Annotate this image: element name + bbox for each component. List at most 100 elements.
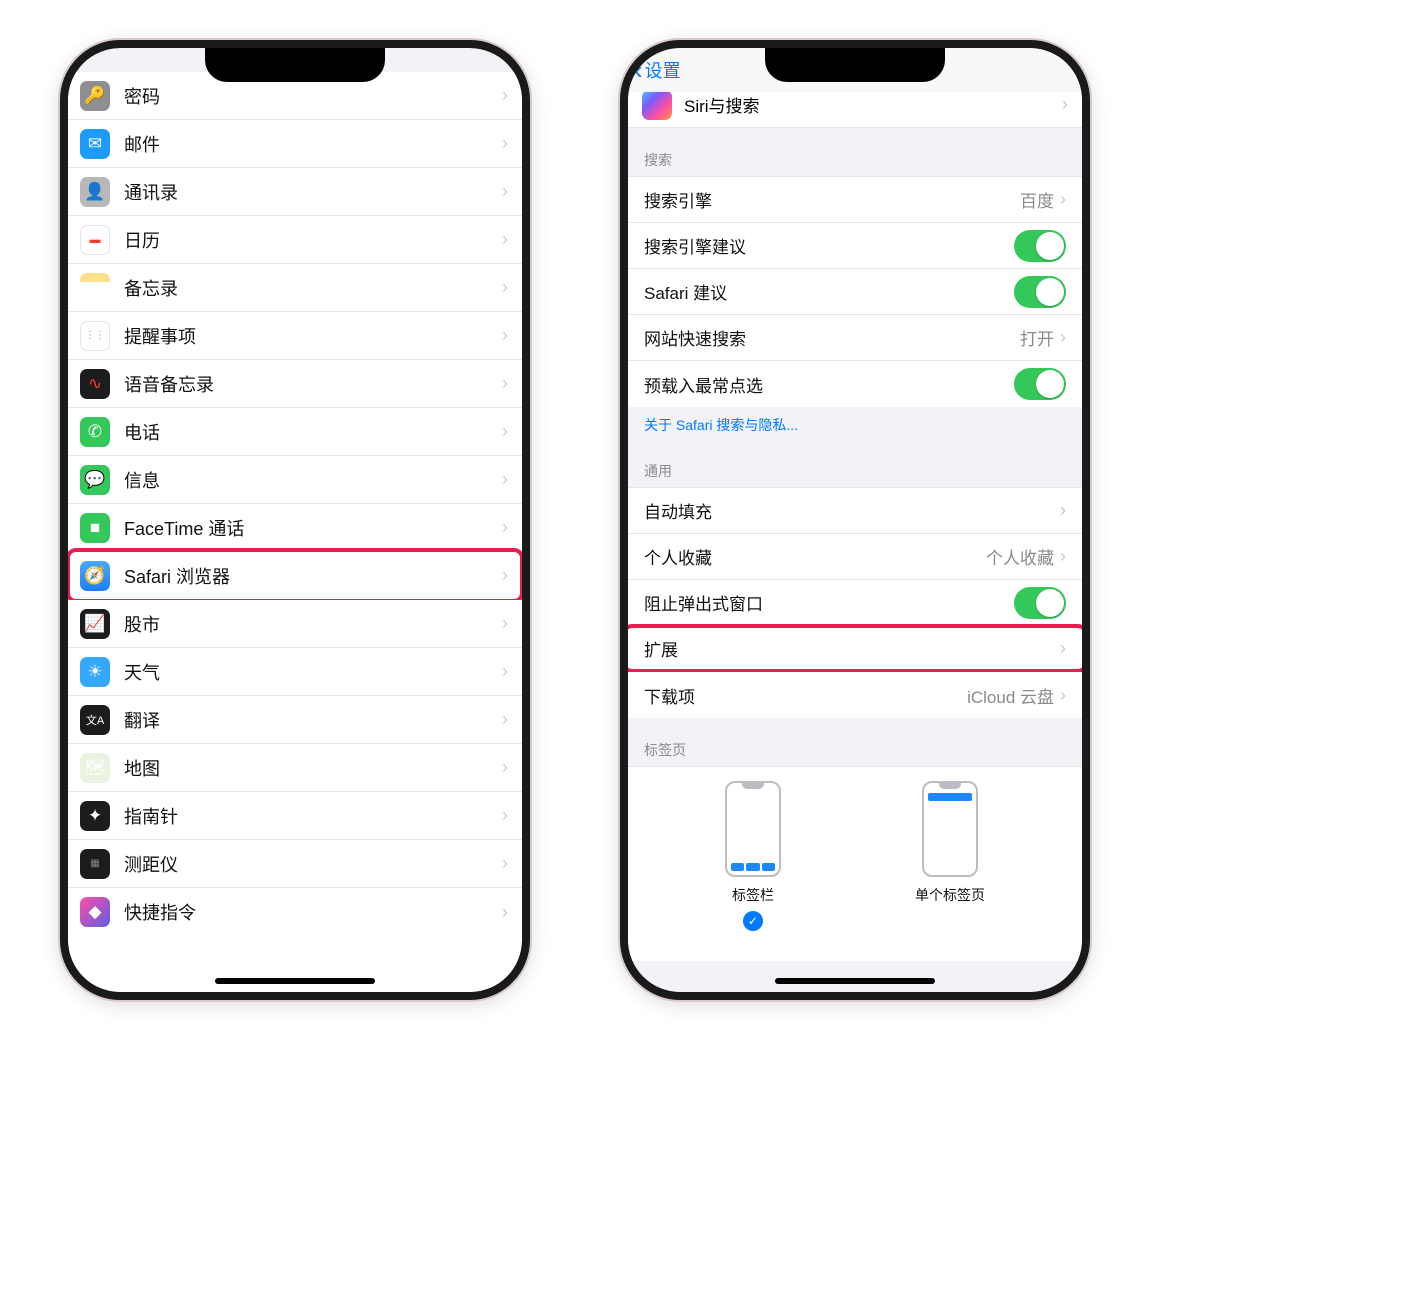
chevron-right-icon: › (1062, 94, 1068, 115)
row-label: 语音备忘录 (124, 371, 502, 397)
chevron-right-icon: › (1060, 189, 1066, 210)
chevron-right-icon: › (1060, 500, 1066, 521)
chevron-right-icon: › (1060, 638, 1066, 659)
settings-row-translate[interactable]: 文A 翻译 › (68, 696, 522, 744)
chevron-right-icon: › (502, 853, 508, 874)
settings-row-messages[interactable]: 💬 信息 › (68, 456, 522, 504)
settings-row-preload-top-hit[interactable]: 预载入最常点选 (628, 361, 1082, 407)
phone-mockup-right: ‹ 设置 Siri与搜索 › 搜索 搜索引擎 百度 › 搜索引擎建议 (620, 40, 1090, 1000)
settings-row-phone[interactable]: ✆ 电话 › (68, 408, 522, 456)
row-label: 密码 (124, 83, 502, 109)
row-label: 股市 (124, 611, 502, 637)
chevron-right-icon: › (502, 229, 508, 250)
chevron-right-icon: › (502, 517, 508, 538)
row-label: 搜索引擎 (644, 187, 1020, 212)
settings-row-weather[interactable]: ☀ 天气 › (68, 648, 522, 696)
settings-row-reminders[interactable]: ⋮⋮ 提醒事项 › (68, 312, 522, 360)
row-value: 百度 (1020, 187, 1054, 212)
row-label: 个人收藏 (644, 544, 986, 569)
row-label: 预载入最常点选 (644, 372, 1014, 397)
chevron-right-icon: › (502, 902, 508, 923)
shortcuts-icon: ◆ (80, 897, 110, 927)
settings-row-extensions[interactable]: 扩展 › (628, 626, 1082, 672)
toggle-on[interactable] (1014, 276, 1066, 308)
settings-row-search-engine[interactable]: 搜索引擎 百度 › (628, 177, 1082, 223)
phone-preview-tab-bar (725, 781, 781, 877)
row-label: 提醒事项 (124, 323, 502, 349)
siri-icon (642, 90, 672, 120)
row-label: 通讯录 (124, 179, 502, 205)
tab-option-tab-bar[interactable]: 标签栏 ✓ (725, 781, 781, 931)
screen-left: 🔑 密码 › ✉ 邮件 › 👤 通讯录 › ▬ 日历 › 备忘录 (68, 48, 522, 992)
maps-icon: 🗺 (80, 753, 110, 783)
chevron-right-icon: › (1060, 327, 1066, 348)
row-label: 日历 (124, 227, 502, 253)
settings-row-shortcuts[interactable]: ◆ 快捷指令 › (68, 888, 522, 936)
row-label: 网站快速搜索 (644, 325, 1020, 350)
row-label: 自动填充 (644, 498, 1060, 523)
safari-icon: 🧭 (80, 561, 110, 591)
row-value: 个人收藏 (986, 544, 1054, 569)
safari-settings-content: Siri与搜索 › 搜索 搜索引擎 百度 › 搜索引擎建议 Safari 建议 (628, 82, 1082, 992)
compass-icon: ✦ (80, 801, 110, 831)
reminders-icon: ⋮⋮ (80, 321, 110, 351)
toggle-on[interactable] (1014, 368, 1066, 400)
settings-row-contacts[interactable]: 👤 通讯录 › (68, 168, 522, 216)
measure-icon: ▦ (80, 849, 110, 879)
settings-row-compass[interactable]: ✦ 指南针 › (68, 792, 522, 840)
chevron-right-icon: › (502, 757, 508, 778)
settings-row-quick-website-search[interactable]: 网站快速搜索 打开 › (628, 315, 1082, 361)
key-icon: 🔑 (80, 81, 110, 111)
row-label: 邮件 (124, 131, 502, 157)
settings-row-autofill[interactable]: 自动填充 › (628, 488, 1082, 534)
back-button[interactable]: 设置 (645, 57, 681, 83)
settings-row-mail[interactable]: ✉ 邮件 › (68, 120, 522, 168)
chevron-right-icon: › (502, 325, 508, 346)
phone-preview-single-tab (922, 781, 978, 877)
settings-row-calendar[interactable]: ▬ 日历 › (68, 216, 522, 264)
notes-icon (80, 273, 110, 303)
row-label: 下载项 (644, 683, 967, 708)
settings-row-engine-suggestions[interactable]: 搜索引擎建议 (628, 223, 1082, 269)
group-search: 搜索引擎 百度 › 搜索引擎建议 Safari 建议 网站快速搜索 打开 › (628, 176, 1082, 407)
settings-row-downloads[interactable]: 下载项 iCloud 云盘 › (628, 672, 1082, 718)
settings-row-favorites[interactable]: 个人收藏 个人收藏 › (628, 534, 1082, 580)
tab-layout-selector: 标签栏 ✓ 单个标签页 (628, 766, 1082, 961)
row-label: 电话 (124, 419, 502, 445)
facetime-icon: ■ (80, 513, 110, 543)
phone-mockup-left: 🔑 密码 › ✉ 邮件 › 👤 通讯录 › ▬ 日历 › 备忘录 (60, 40, 530, 1000)
tab-option-single-tab[interactable]: 单个标签页 (915, 781, 985, 931)
settings-row-notes[interactable]: 备忘录 › (68, 264, 522, 312)
settings-row-facetime[interactable]: ■ FaceTime 通话 › (68, 504, 522, 552)
settings-row-block-popups[interactable]: 阻止弹出式窗口 (628, 580, 1082, 626)
chevron-right-icon: › (502, 85, 508, 106)
settings-row-voicememos[interactable]: ∿ 语音备忘录 › (68, 360, 522, 408)
settings-row-safari-suggestions[interactable]: Safari 建议 (628, 269, 1082, 315)
row-label: FaceTime 通话 (124, 515, 502, 541)
row-label: Siri与搜索 (684, 92, 1062, 117)
chevron-left-icon[interactable]: ‹ (634, 55, 643, 86)
settings-row-stocks[interactable]: 📈 股市 › (68, 600, 522, 648)
privacy-link[interactable]: 关于 Safari 搜索与隐私... (628, 407, 1082, 439)
chevron-right-icon: › (502, 181, 508, 202)
settings-row-safari[interactable]: 🧭 Safari 浏览器 › (68, 552, 522, 600)
checkmark-icon: ✓ (743, 911, 763, 931)
calendar-icon: ▬ (80, 225, 110, 255)
toggle-on[interactable] (1014, 230, 1066, 262)
tab-option-label: 单个标签页 (915, 885, 985, 905)
translate-icon: 文A (80, 705, 110, 735)
row-label: 天气 (124, 659, 502, 685)
toggle-on[interactable] (1014, 587, 1066, 619)
settings-row-maps[interactable]: 🗺 地图 › (68, 744, 522, 792)
chevron-right-icon: › (502, 421, 508, 442)
chevron-right-icon: › (502, 661, 508, 682)
chevron-right-icon: › (1060, 546, 1066, 567)
home-indicator (215, 978, 375, 984)
settings-row-measure[interactable]: ▦ 测距仪 › (68, 840, 522, 888)
row-label: 信息 (124, 467, 502, 493)
mail-icon: ✉ (80, 129, 110, 159)
row-label: 测距仪 (124, 851, 502, 877)
home-indicator (775, 978, 935, 984)
chevron-right-icon: › (1060, 685, 1066, 706)
chevron-right-icon: › (502, 613, 508, 634)
